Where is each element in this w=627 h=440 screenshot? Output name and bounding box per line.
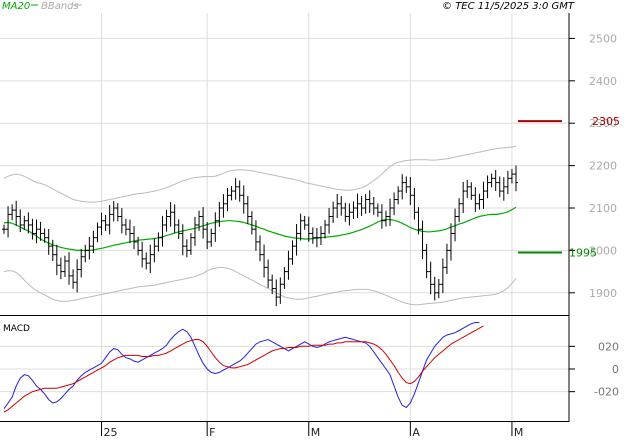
bbands-legend: BBands: [41, 1, 79, 12]
time-tick-label: A: [412, 426, 420, 439]
time-axis: 25 F M A M: [101, 422, 524, 439]
price-tick-label: 1900: [589, 287, 617, 300]
price-tick-label: 2400: [589, 75, 617, 88]
resistance-label: 2305: [592, 115, 620, 128]
support-label: 1995: [569, 247, 597, 260]
macd-axis: 020 0 -020: [569, 340, 619, 399]
ma20-legend: MA20: [2, 1, 30, 12]
price-tick-label: 2200: [589, 160, 617, 173]
copyright: © TEC 11/5/2025 3:0 GMT: [442, 1, 575, 12]
stock-chart: 1900200021002200230024002500 0200-020 25…: [0, 1, 620, 439]
price-axis: 1900200021002200230024002500: [569, 32, 617, 300]
time-tick-label: F: [209, 426, 215, 439]
macd-tick-label: -020: [594, 386, 619, 399]
time-tick-label: 25: [104, 426, 118, 439]
price-tick-label: 2100: [589, 202, 617, 215]
price-tick-label: 2500: [589, 32, 617, 45]
time-tick-label: M: [311, 426, 321, 439]
time-tick-label: M: [514, 426, 524, 439]
macd-label: MACD: [3, 324, 30, 334]
macd-tick-label: 0: [612, 363, 619, 376]
macd-tick-label: 020: [598, 340, 619, 353]
